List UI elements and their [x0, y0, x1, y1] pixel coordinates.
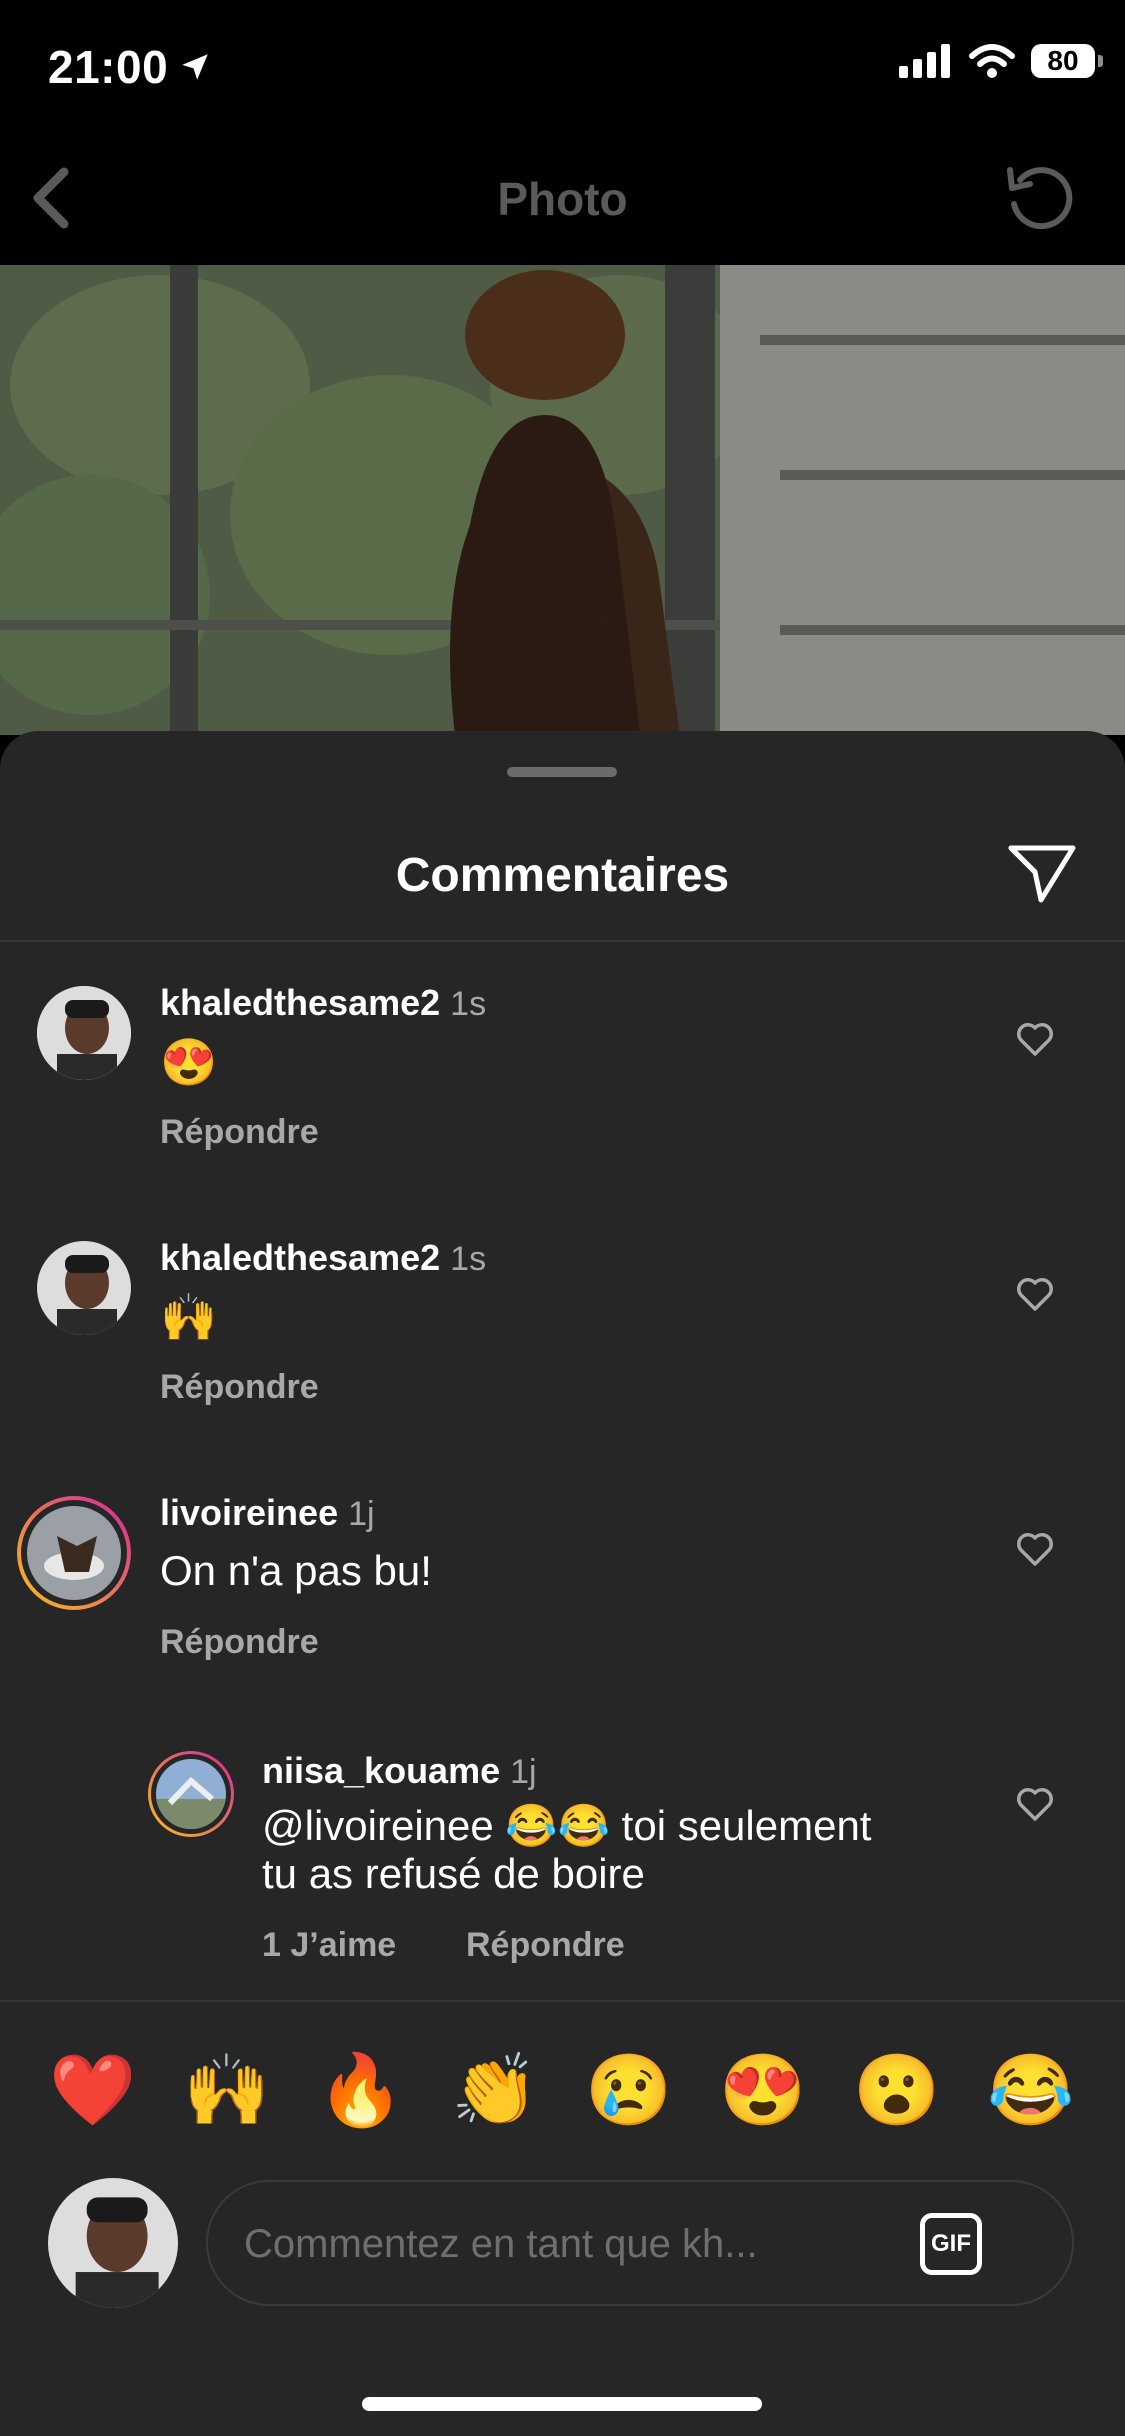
reply-button[interactable]: Répondre — [160, 1623, 319, 1662]
gif-button[interactable]: GIF — [920, 2213, 982, 2275]
reaction-heart-eyes[interactable]: 😍 — [713, 2048, 813, 2132]
status-icons: 80 — [899, 44, 1103, 78]
reply-button[interactable]: Répondre — [160, 1113, 319, 1152]
comment-text: 😍 — [160, 1036, 218, 1088]
share-send-icon[interactable] — [1005, 840, 1079, 906]
heart-icon[interactable] — [1015, 1530, 1055, 1568]
battery-indicator: 80 — [1031, 44, 1103, 78]
location-arrow-icon — [182, 54, 208, 80]
divider — [0, 2000, 1125, 2002]
comment-username[interactable]: khaledthesame2 — [160, 1237, 440, 1278]
wifi-icon — [969, 44, 1015, 78]
heart-icon[interactable] — [1015, 1785, 1055, 1823]
reaction-raised-hands[interactable]: 🙌 — [177, 2048, 277, 2132]
home-indicator[interactable] — [362, 2397, 762, 2411]
likes-count[interactable]: 1 J’aime — [262, 1926, 396, 1965]
refresh-icon[interactable] — [1000, 158, 1080, 238]
comment-header: niisa_kouame 1j — [262, 1750, 537, 1792]
avatar-story-ring[interactable] — [148, 1751, 234, 1837]
reaction-laughing[interactable]: 😂 — [981, 2048, 1081, 2132]
sheet-grabber[interactable] — [507, 767, 617, 777]
gif-label: GIF — [931, 2230, 971, 2257]
cellular-signal-icon — [899, 44, 950, 78]
avatar[interactable] — [37, 986, 131, 1080]
comment-time: 1s — [450, 985, 487, 1023]
comment-text-line-2: tu as refusé de boire — [262, 1850, 645, 1897]
divider — [0, 940, 1125, 942]
heart-icon[interactable] — [1015, 1275, 1055, 1313]
current-user-avatar — [48, 2178, 178, 2308]
reply-button[interactable]: Répondre — [466, 1926, 625, 1965]
comment-header: khaledthesame2 1s — [160, 1237, 486, 1279]
comment-username[interactable]: niisa_kouame — [262, 1750, 500, 1791]
comment-username[interactable]: khaledthesame2 — [160, 982, 440, 1023]
status-time: 21:00 — [48, 40, 212, 94]
reaction-clap[interactable]: 👏 — [445, 2048, 545, 2132]
page-title: Photo — [497, 173, 628, 225]
comment-header: khaledthesame2 1s — [160, 982, 486, 1024]
comment-time: 1j — [510, 1753, 537, 1791]
reaction-surprised[interactable]: 😮 — [847, 2048, 947, 2132]
reaction-heart[interactable]: ❤️ — [43, 2048, 143, 2132]
comment-header: livoireinee 1j — [160, 1492, 375, 1534]
avatar[interactable] — [37, 1241, 131, 1335]
comment-time: 1j — [348, 1495, 375, 1533]
reaction-crying[interactable]: 😢 — [579, 2048, 679, 2132]
comment-text-line-1: @livoireinee 😂😂 toi seulement — [262, 1802, 872, 1849]
sheet-title: Commentaires — [395, 849, 730, 902]
reply-button[interactable]: Répondre — [160, 1368, 319, 1407]
reaction-fire[interactable]: 🔥 — [311, 2048, 411, 2132]
comment-input-placeholder[interactable]: Commentez en tant que kh... — [244, 2222, 758, 2267]
comment-text: On n'a pas bu! — [160, 1547, 432, 1594]
comment-text: 🙌 — [160, 1291, 218, 1343]
post-photo — [0, 265, 1125, 735]
comment-username[interactable]: livoireinee — [160, 1492, 338, 1533]
comment-time: 1s — [450, 1240, 487, 1278]
heart-icon[interactable] — [1015, 1020, 1055, 1058]
avatar-story-ring[interactable] — [17, 1496, 131, 1610]
